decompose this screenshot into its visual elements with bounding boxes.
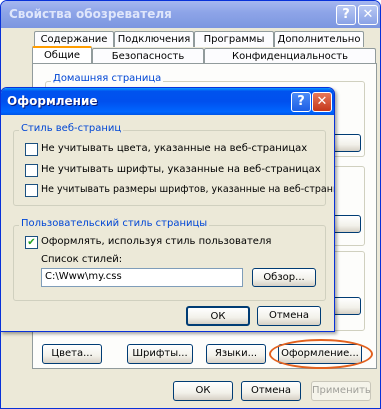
dialog-ok-button[interactable]: ОК — [186, 306, 250, 326]
ignore-fonts-checkbox[interactable] — [25, 164, 38, 177]
outer-apply-button[interactable]: Применить — [311, 381, 371, 401]
tab-security[interactable]: Безопасность — [92, 48, 204, 64]
user-style-group-label: Пользовательский стиль страницы — [19, 218, 210, 229]
use-user-style-label: Оформлять, используя стиль пользователя — [41, 236, 272, 247]
ignore-font-sizes-label: Не учитывать размеры шрифтов, указанные … — [41, 184, 335, 195]
outer-window-title: Свойства обозревателя — [9, 7, 172, 21]
tab-connections[interactable]: Подключения — [114, 31, 194, 47]
dialog-help-button[interactable]: ? — [291, 92, 311, 112]
tab-general[interactable]: Общие — [32, 46, 92, 64]
outer-close-button[interactable]: ✕ — [358, 5, 378, 25]
fonts-button[interactable]: Шрифты... — [127, 344, 193, 364]
browse-button[interactable]: Обзор... — [252, 268, 316, 287]
hidden-button-edge-2[interactable] — [331, 215, 361, 233]
style-list-label: Список стилей: — [41, 254, 123, 265]
use-user-style-checkbox[interactable]: ✔ — [25, 236, 38, 249]
hidden-button-edge-3[interactable] — [331, 297, 361, 315]
style-path-input[interactable]: C:\Www\my.css — [41, 268, 243, 287]
hidden-button-edge-1[interactable] — [331, 134, 361, 152]
outer-title-bar: Свойства обозревателя ? ✕ — [1, 1, 380, 28]
ignore-font-sizes-checkbox[interactable] — [25, 184, 38, 197]
dialog-title-bar: Оформление ? ✕ — [1, 88, 334, 115]
ignore-colors-label: Не учитывать цвета, указанные на веб-стр… — [41, 143, 308, 154]
outer-cancel-button[interactable]: Отмена — [241, 381, 301, 401]
outer-help-button[interactable]: ? — [336, 5, 356, 25]
appearance-highlight-ellipse — [269, 339, 373, 369]
dialog-close-button[interactable]: ✕ — [312, 92, 332, 112]
appearance-dialog: Оформление ? ✕ Стиль веб-страниц Не учит… — [0, 87, 335, 332]
tab-advanced[interactable]: Дополнительно — [274, 31, 364, 47]
ignore-colors-checkbox[interactable] — [25, 143, 38, 156]
outer-ok-button[interactable]: ОК — [173, 381, 233, 401]
colors-button[interactable]: Цвета... — [42, 344, 102, 364]
tab-privacy[interactable]: Конфиденциальность — [204, 48, 376, 64]
web-style-group-label: Стиль веб-страниц — [19, 123, 124, 134]
ignore-fonts-label: Не учитывать шрифты, указанные на веб-ст… — [41, 164, 321, 175]
tab-programs[interactable]: Программы — [194, 31, 274, 47]
dialog-title: Оформление — [7, 94, 98, 108]
home-page-group-label: Домашняя страница — [51, 73, 164, 84]
tab-content[interactable]: Содержание — [34, 31, 114, 47]
languages-button[interactable]: Языки... — [206, 344, 266, 364]
dialog-cancel-button[interactable]: Отмена — [257, 306, 321, 326]
